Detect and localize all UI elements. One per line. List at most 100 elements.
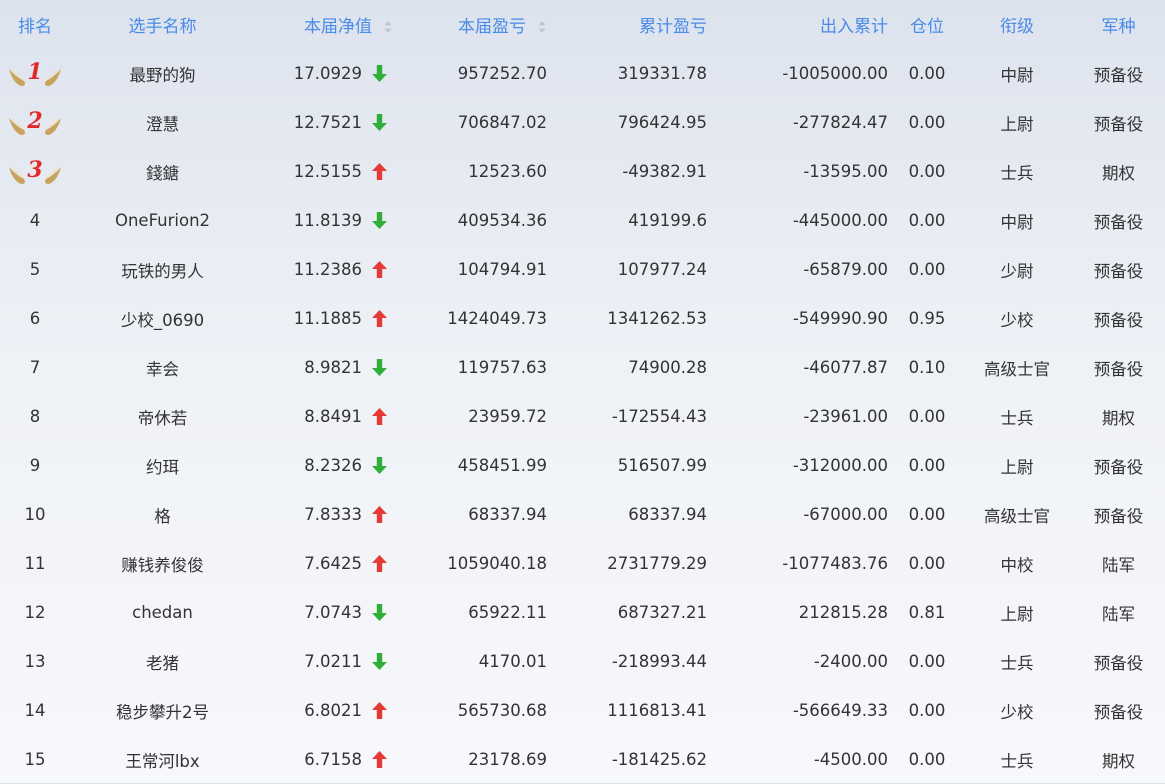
pnl-cell: 119757.63 <box>457 358 547 377</box>
nav-value: 11.1885 <box>293 309 362 328</box>
trend-down-arrow-icon <box>372 212 387 229</box>
position-cell: 0.00 <box>908 456 946 475</box>
pnl-cell: 1059040.18 <box>447 554 547 573</box>
table-row[interactable]: 7 幸会 8.9821 119757.63 74900.28 -46077.87 0.10 高… <box>0 343 1165 392</box>
player-name[interactable]: 幸会 <box>70 343 255 392</box>
nav-value: 7.8333 <box>304 505 362 524</box>
pnl-cell: 4170.01 <box>478 652 547 671</box>
inout-cell: -312000.00 <box>792 456 888 475</box>
player-name[interactable]: OneFurion2 <box>70 196 255 245</box>
inout-cell: -46077.87 <box>803 358 888 377</box>
rank-number: 12 <box>24 603 46 622</box>
rank-number: 7 <box>29 358 41 377</box>
player-name[interactable]: 赚钱养俊俊 <box>70 539 255 588</box>
inout-cell: -1077483.76 <box>782 554 888 573</box>
player-name[interactable]: 格 <box>70 490 255 539</box>
rank-cell: 11 <box>0 539 70 588</box>
pnl-cell: 23959.72 <box>468 407 547 426</box>
service-cell: 期权 <box>1102 163 1135 183</box>
nav-cell: 17.0929 <box>255 49 400 98</box>
player-name[interactable]: 最野的狗 <box>70 49 255 98</box>
header-inout: 出入累计 <box>820 17 888 37</box>
nav-value: 12.5155 <box>293 162 362 181</box>
table-row[interactable]: 10 格 7.8333 68337.94 68337.94 -67000.00 0.00 高级… <box>0 490 1165 539</box>
service-cell: 陆军 <box>1102 604 1135 624</box>
service-cell: 期权 <box>1102 408 1135 428</box>
rank-cell: 12 <box>0 588 70 637</box>
inout-cell: -549990.90 <box>792 309 888 328</box>
service-cell: 预备役 <box>1093 65 1144 85</box>
header-nav[interactable]: 本届净值 <box>255 0 400 49</box>
table-row[interactable]: 9 约珥 8.2326 458451.99 516507.99 -312000.00 0.0… <box>0 441 1165 490</box>
position-cell: 0.00 <box>908 407 946 426</box>
player-name[interactable]: 澄慧 <box>70 98 255 147</box>
table-row[interactable]: 12 chedan 7.0743 65922.11 687327.21 212815.28… <box>0 588 1165 637</box>
rank-number: 9 <box>29 456 41 475</box>
trend-up-arrow-icon <box>372 163 387 180</box>
trend-up-arrow-icon <box>372 310 387 327</box>
trend-up-arrow-icon <box>372 408 387 425</box>
nav-cell: 6.8021 <box>255 686 400 735</box>
nav-value: 8.2326 <box>304 456 362 475</box>
pnl-cell: 957252.70 <box>457 64 547 83</box>
table-row[interactable]: 6 少校_0690 11.1885 1424049.73 1341262.53 -5499… <box>0 294 1165 343</box>
nav-value: 7.6425 <box>304 554 362 573</box>
header-pnl[interactable]: 本届盈亏 <box>400 0 560 49</box>
cum-pnl-cell: 796424.95 <box>617 113 707 132</box>
table-row[interactable]: 11 赚钱养俊俊 7.6425 1059040.18 2731779.29 -107748… <box>0 539 1165 588</box>
nav-value: 6.7158 <box>304 750 362 769</box>
player-name[interactable]: 少校_0690 <box>70 294 255 343</box>
position-cell: 0.95 <box>908 309 946 328</box>
player-name[interactable]: 稳步攀升2号 <box>70 686 255 735</box>
cum-pnl-cell: 419199.6 <box>628 211 707 230</box>
grade-cell: 上尉 <box>1000 604 1034 624</box>
trend-up-arrow-icon <box>372 555 387 572</box>
nav-value: 12.7521 <box>293 113 362 132</box>
table-row[interactable]: 14 稳步攀升2号 6.8021 565730.68 1116813.41 -566649… <box>0 686 1165 735</box>
player-name[interactable]: 玩铁的男人 <box>70 245 255 294</box>
table-header-row: 排名 选手名称 本届净值 本届盈亏 累计盈亏 出入累计 仓位 衔级 军种 <box>0 0 1165 49</box>
service-cell: 期权 <box>1102 751 1135 771</box>
sort-caret-icon[interactable] <box>384 20 392 34</box>
table-row[interactable]: 2 澄慧 12.7521 706847.02 796424.95 -277824.47 0.… <box>0 98 1165 147</box>
grade-cell: 士兵 <box>1000 653 1034 673</box>
service-cell: 陆军 <box>1102 555 1135 575</box>
table-row[interactable]: 3 錢鎕 12.5155 12523.60 -49382.91 -13595.00 0.00… <box>0 147 1165 196</box>
nav-cell: 8.8491 <box>255 392 400 441</box>
grade-cell: 士兵 <box>1000 408 1034 428</box>
player-name[interactable]: 錢鎕 <box>70 147 255 196</box>
player-name[interactable]: 约珥 <box>70 441 255 490</box>
cum-pnl-cell: 2731779.29 <box>607 554 707 573</box>
nav-value: 8.9821 <box>304 358 362 377</box>
inout-cell: -65879.00 <box>803 260 888 279</box>
grade-cell: 上尉 <box>1000 457 1034 477</box>
sort-caret-icon[interactable] <box>538 20 546 34</box>
table-row[interactable]: 5 玩铁的男人 11.2386 104794.91 107977.24 -65879.00… <box>0 245 1165 294</box>
nav-value: 7.0211 <box>304 652 362 671</box>
rank-number: 2 <box>27 107 43 134</box>
trend-down-arrow-icon <box>372 604 387 621</box>
player-name[interactable]: 帝休若 <box>70 392 255 441</box>
grade-cell: 少校 <box>1000 702 1034 722</box>
table-row[interactable]: 13 老猪 7.0211 4170.01 -218993.44 -2400.00 0.00 士… <box>0 637 1165 686</box>
pnl-cell: 458451.99 <box>457 456 547 475</box>
position-cell: 0.00 <box>908 701 946 720</box>
pnl-cell: 1424049.73 <box>447 309 547 328</box>
table-row[interactable]: 8 帝休若 8.8491 23959.72 -172554.43 -23961.00 0.0… <box>0 392 1165 441</box>
cum-pnl-cell: 319331.78 <box>617 64 707 83</box>
cum-pnl-cell: -181425.62 <box>611 750 707 769</box>
cum-pnl-cell: -218993.44 <box>611 652 707 671</box>
player-name[interactable]: 老猪 <box>70 637 255 686</box>
table-row[interactable]: 15 王常河lbx 6.7158 23178.69 -181425.62 -4500.00… <box>0 735 1165 784</box>
service-cell: 预备役 <box>1093 261 1144 281</box>
ranking-table: 排名 选手名称 本届净值 本届盈亏 累计盈亏 出入累计 仓位 衔级 军种 1 最野… <box>0 0 1165 784</box>
cum-pnl-cell: 74900.28 <box>628 358 707 377</box>
position-cell: 0.00 <box>908 162 946 181</box>
trend-down-arrow-icon <box>372 65 387 82</box>
table-row[interactable]: 1 最野的狗 17.0929 957252.70 319331.78 -1005000.0… <box>0 49 1165 98</box>
player-name[interactable]: 王常河lbx <box>70 735 255 784</box>
position-cell: 0.81 <box>908 603 946 622</box>
nav-cell: 6.7158 <box>255 735 400 784</box>
table-row[interactable]: 4 OneFurion2 11.8139 409534.36 419199.6 -4450… <box>0 196 1165 245</box>
player-name[interactable]: chedan <box>70 588 255 637</box>
